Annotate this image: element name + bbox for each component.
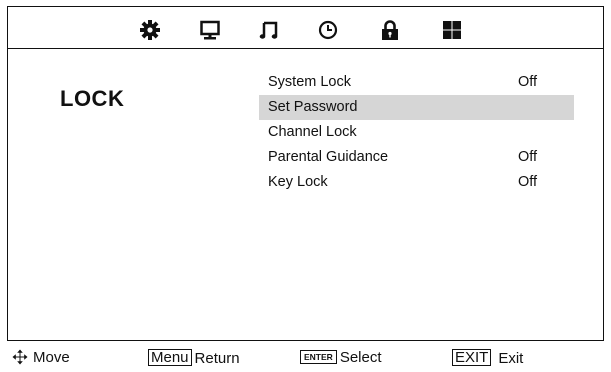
exit-key: EXIT [452,349,492,366]
menu-item-key-lock[interactable]: Key Lock Off [259,170,574,195]
menu-key: Menu [148,349,192,366]
menu-item-channel-lock[interactable]: Channel Lock [259,120,574,145]
menu-item-label: System Lock [268,74,351,90]
menu-item-label: Parental Guidance [268,149,389,165]
hint-exit[interactable]: EXIT Exit [452,349,523,368]
menu-item-value: Off [518,74,538,90]
move-arrows-icon [12,349,28,365]
menu-item-system-lock[interactable]: System Lock Off [259,70,574,95]
time-icon[interactable] [317,19,339,41]
lock-icon[interactable] [379,19,401,41]
hint-move-label: Move [33,349,70,366]
audio-icon[interactable] [258,19,280,41]
picture-icon[interactable] [199,19,221,41]
hint-move[interactable]: Move [12,349,70,367]
hint-return-label: Return [194,350,240,367]
menu-item-label: Channel Lock [268,124,357,140]
hint-exit-label: Exit [498,350,524,367]
menu-item-value: Off [518,149,538,165]
settings-icon[interactable] [139,19,161,41]
menu-item-parental-guidance[interactable]: Parental Guidance Off [259,145,574,170]
hint-select-label: Select [339,349,382,366]
footer-hint-bar: Move Menu Return ENTER Select EXIT Exit [0,342,611,372]
hint-select[interactable]: ENTER Select [300,349,382,367]
enter-key: ENTER [300,350,337,364]
menu-item-label: Set Password [268,99,358,115]
menu-item-set-password[interactable]: Set Password [259,95,574,120]
app-grid-icon[interactable] [441,19,463,41]
lock-menu-list: System Lock Off Set Password Channel Loc… [259,70,574,195]
section-title: LOCK [60,86,125,111]
category-tab-bar [8,7,603,49]
menu-item-label: Key Lock [268,174,328,190]
menu-item-value: Off [518,174,538,190]
hint-return[interactable]: Menu Return [148,349,240,368]
